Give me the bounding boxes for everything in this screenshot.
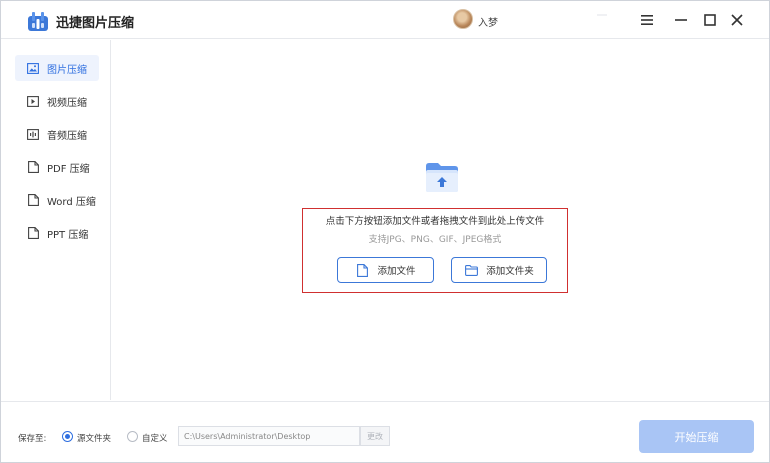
add-file-button[interactable]: 添加文件: [337, 257, 434, 283]
maximize-icon[interactable]: [700, 10, 720, 30]
app-window: 迅捷图片压缩 入梦 图片压缩 视频压缩 音频压缩 PDF 压缩 Word 压缩 …: [0, 0, 770, 463]
image-icon: [27, 62, 39, 74]
save-to-label: 保存至:: [18, 434, 47, 444]
supported-formats-text: 支持JPG、PNG、GIF、JPEG格式: [368, 235, 502, 245]
app-logo-icon: [28, 12, 48, 31]
radio-custom[interactable]: [127, 431, 138, 442]
sidebar-item-label: 图片压缩: [47, 64, 87, 76]
audio-icon: [27, 128, 39, 140]
ppt-icon: [27, 227, 39, 239]
sidebar: 图片压缩 视频压缩 音频压缩 PDF 压缩 Word 压缩 PPT 压缩: [1, 40, 111, 400]
word-icon: [27, 194, 39, 206]
radio-custom-label[interactable]: 自定义: [142, 432, 168, 444]
close-icon[interactable]: [727, 10, 747, 30]
sidebar-item-label: PDF 压缩: [47, 163, 90, 175]
title-bar: 迅捷图片压缩 入梦: [1, 1, 769, 39]
change-path-button[interactable]: 更改: [360, 426, 390, 446]
add-folder-label: 添加文件夹: [486, 266, 534, 277]
hamburger-menu-icon[interactable]: [637, 10, 657, 30]
sidebar-item-ppt-compress[interactable]: PPT 压缩: [15, 220, 99, 246]
drop-zone[interactable]: 点击下方按钮添加文件或者拖拽文件到此处上传文件 支持JPG、PNG、GIF、JP…: [112, 40, 769, 400]
drop-hint-text: 点击下方按钮添加文件或者拖拽文件到此处上传文件: [325, 216, 545, 227]
file-icon: [355, 263, 369, 277]
sidebar-item-pdf-compress[interactable]: PDF 压缩: [15, 154, 99, 180]
sidebar-item-audio-compress[interactable]: 音频压缩: [15, 121, 99, 147]
titlebar-divider: [597, 14, 607, 16]
video-play-icon: [27, 95, 39, 107]
bottom-bar: 保存至: 源文件夹 自定义 更改 开始压缩: [1, 401, 769, 462]
username[interactable]: 入梦: [478, 14, 498, 29]
add-folder-button[interactable]: 添加文件夹: [451, 257, 547, 283]
start-compress-button[interactable]: 开始压缩: [639, 420, 754, 453]
output-path-field[interactable]: [178, 426, 360, 446]
sidebar-item-video-compress[interactable]: 视频压缩: [15, 88, 99, 114]
radio-source-folder[interactable]: [62, 431, 73, 442]
sidebar-item-label: 视频压缩: [47, 97, 87, 109]
pdf-icon: [27, 161, 39, 173]
avatar[interactable]: [453, 9, 473, 29]
sidebar-item-image-compress[interactable]: 图片压缩: [15, 55, 99, 81]
sidebar-item-word-compress[interactable]: Word 压缩: [15, 187, 99, 213]
add-file-label: 添加文件: [377, 266, 416, 277]
folder-icon: [464, 263, 478, 277]
folder-upload-icon: [426, 163, 458, 192]
app-title: 迅捷图片压缩: [56, 16, 135, 31]
radio-source-folder-label[interactable]: 源文件夹: [77, 432, 111, 444]
sidebar-item-label: 音频压缩: [47, 130, 87, 142]
sidebar-item-label: PPT 压缩: [47, 229, 89, 241]
minimize-icon[interactable]: [671, 10, 691, 30]
sidebar-item-label: Word 压缩: [47, 196, 96, 208]
